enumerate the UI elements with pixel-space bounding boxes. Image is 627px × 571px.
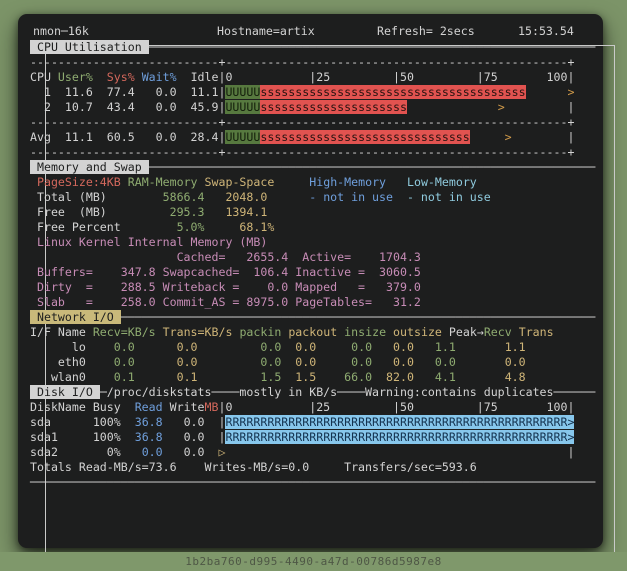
disk-totals-row: Totals Read-MB/s=73.6 Writes-MB/s=0.0 Tr… (30, 460, 477, 475)
terminal-screen: nmon─16k Hostname=artix Refresh= 2secs 1… (0, 0, 627, 571)
network-row-lo: lo 0.0 0.0 0.0 0.0 0.0 0.0 1.1 1.1 (30, 340, 526, 355)
disk-row-sda: sda 100% 36.8 0.0 |RRRRRRRRRRRRRRRRRRRRR… (30, 415, 574, 430)
disk-row-sda1: sda1 100% 36.8 0.0 |RRRRRRRRRRRRRRRRRRRR… (30, 430, 574, 445)
desktop: nmon─16k Hostname=artix Refresh= 2secs 1… (0, 0, 627, 571)
memory-section-header: Memory and Swap ────────────────────────… (30, 160, 595, 175)
kernel-memory-row: Dirty = 288.5 Writeback = 0.0 Mapped = 3… (30, 280, 421, 295)
memory-total-row: Total (MB) 5866.4 2048.0 - not in use - … (30, 190, 491, 205)
disk-section-header: Disk I/O ─/proc/diskstats────mostly in K… (30, 385, 595, 400)
cpu-row-1: 1 11.6 77.4 0.0 11.1|UUUUUssssssssssssss… (30, 85, 574, 100)
bottom-separator: ────────────────────────────────────────… (30, 475, 595, 490)
memory-free-row: Free (MB) 295.3 1394.1 (30, 205, 267, 220)
kernel-memory-row: Cached= 2655.4 Active= 1704.3 (30, 250, 421, 265)
disk-row-sda2: sda2 0% 0.0 0.0 ▷ | (30, 445, 574, 460)
network-column-header: I/F Name Recv=KB/s Trans=KB/s packin pac… (30, 325, 554, 340)
network-section-header: Network I/O ────────────────────────────… (30, 310, 595, 325)
separator: ---------------------------+------------… (30, 115, 574, 130)
taskbar: 1b2ba760-d995-4490-a47d-00786d5987e8 (0, 552, 627, 571)
title-app-label: nmon─16k (31, 24, 91, 38)
kernel-memory-row: Buffers= 347.8 Swapcached= 106.4 Inactiv… (30, 265, 421, 280)
cpu-row-avg: Avg 11.1 60.5 0.0 28.4|UUUUUssssssssssss… (30, 130, 574, 145)
separator: ---------------------------+------------… (30, 55, 574, 70)
memory-column-header: PageSize:4KB RAM-Memory Swap-Space High-… (30, 175, 477, 190)
network-row-wlan0: wlan0 0.1 0.1 1.5 1.5 66.0 82.0 4.1 4.8 (30, 370, 526, 385)
taskbar-uuid-text: 1b2ba760-d995-4490-a47d-00786d5987e8 (185, 555, 441, 568)
title-refresh: Refresh= 2secs (375, 24, 477, 38)
kernel-memory-row: Slab = 258.0 Commit_AS = 8975.0 PageTabl… (30, 295, 421, 310)
title-clock: 15:53.54 (516, 24, 576, 38)
cpu-row-2: 2 10.7 43.4 0.0 45.9|UUUUUssssssssssssss… (30, 100, 575, 115)
kernel-memory-title: Linux Kernel Internal Memory (MB) (30, 235, 267, 250)
separator: ---------------------------+------------… (30, 145, 574, 160)
title-hostname: Hostname=artix (215, 24, 317, 38)
network-row-eth0: eth0 0.0 0.0 0.0 0.0 0.0 0.0 0.0 0.0 (30, 355, 526, 370)
cpu-section-header: CPU Utilisation ────────────────────────… (30, 40, 595, 55)
cpu-column-header: CPU User% Sys% Wait% Idle|0 |25 |50 |75 … (30, 70, 574, 85)
disk-column-header: DiskName Busy Read WriteMB|0 |25 |50 |75… (30, 400, 574, 415)
memory-freepct-row: Free Percent 5.0% 68.1% (30, 220, 274, 235)
